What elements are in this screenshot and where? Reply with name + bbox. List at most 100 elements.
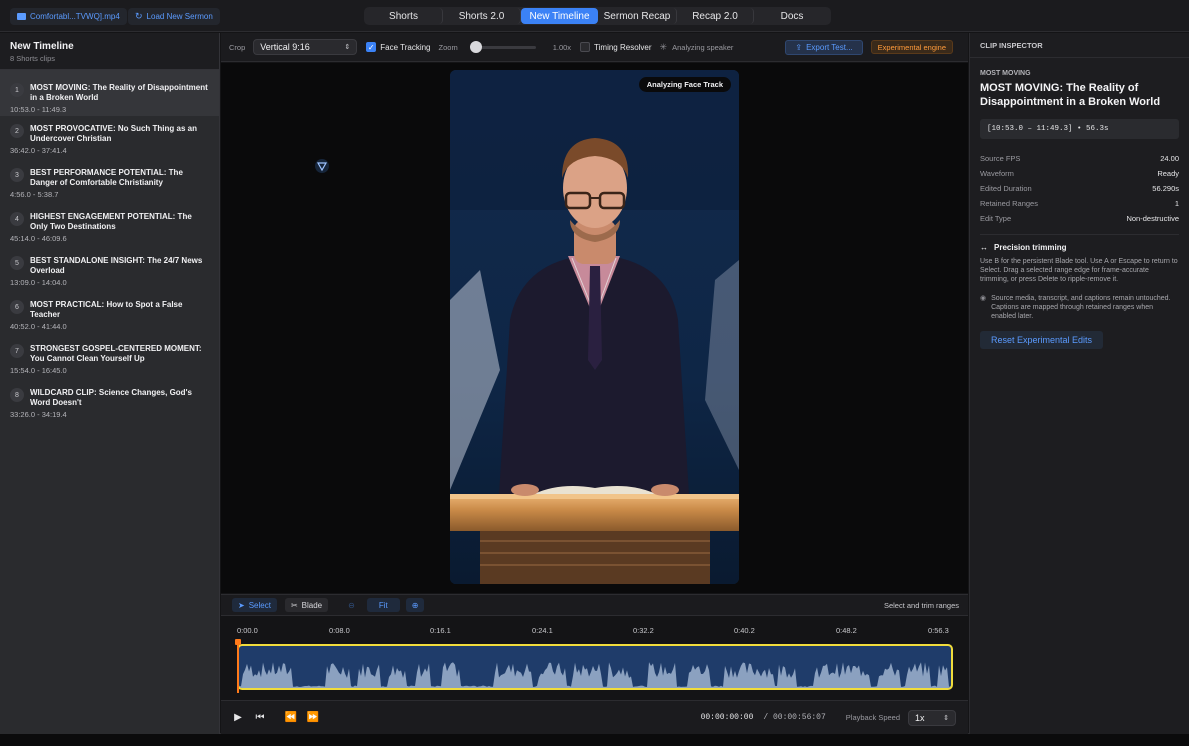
- timing-resolver-label: Timing Resolver: [594, 42, 652, 52]
- inspector-kicker: MOST MOVING: [980, 70, 1031, 77]
- tab-recap-2[interactable]: Recap 2.0: [677, 8, 754, 24]
- sidebar-header: New Timeline 8 Shorts clips: [0, 33, 219, 70]
- blade-tool-button[interactable]: ✂ Blade: [284, 598, 329, 612]
- crop-select[interactable]: Vertical 9:16 ⇕: [253, 39, 358, 55]
- clip-list-item[interactable]: 7 STRONGEST GOSPEL-CENTERED MOMENT: You C…: [0, 336, 219, 380]
- clip-title: BEST PERFORMANCE POTENTIAL: The Danger o…: [30, 168, 183, 187]
- tab-new-timeline[interactable]: New Timeline: [521, 8, 598, 24]
- skip-to-start-icon[interactable]: ⏮: [253, 712, 267, 723]
- property-value: 56.290s: [1152, 184, 1179, 193]
- timing-resolver-checkbox[interactable]: [580, 42, 591, 52]
- sidebar-subtitle: 8 Shorts clips: [10, 54, 56, 63]
- crop-label: Crop: [229, 42, 246, 52]
- clip-number: 4: [10, 212, 24, 226]
- ruler-tick-label: 0:08.0: [329, 626, 350, 635]
- property-key: Waveform: [980, 169, 1014, 178]
- clip-number: 8: [10, 388, 24, 402]
- property-row: Retained Ranges 1: [980, 196, 1179, 211]
- clip-title: HIGHEST ENGAGEMENT POTENTIAL: The Only T…: [30, 212, 192, 231]
- step-forward-icon[interactable]: ⏩: [306, 712, 320, 723]
- waveform-shape: [239, 662, 951, 688]
- resize-arrows-icon: ↔: [980, 243, 988, 252]
- zoom-out-button[interactable]: ⊖: [342, 598, 361, 612]
- step-back-icon[interactable]: ⏪: [284, 712, 298, 723]
- inspector-title: MOST MOVING: The Reality of Disappointme…: [980, 82, 1161, 108]
- clip-time-range: 33:26.0 - 34:19.4: [10, 410, 67, 419]
- playhead[interactable]: [237, 639, 239, 693]
- clip-title: MOST MOVING: The Reality of Disappointme…: [30, 83, 208, 102]
- tab-shorts[interactable]: Shorts: [365, 8, 443, 24]
- timeline-track[interactable]: 0:00.0 0:08.0 0:16.1 0:24.1 0:32.2 0:40.2 0:48…: [221, 617, 968, 697]
- playback-speed-label: Playback Speed: [845, 713, 900, 722]
- load-sermon-button[interactable]: ↻ Load New Sermon: [128, 8, 220, 25]
- tab-docs[interactable]: Docs: [754, 8, 830, 24]
- select-tool-label: Select: [248, 600, 271, 610]
- tab-shorts-2[interactable]: Shorts 2.0: [443, 8, 521, 24]
- fit-button[interactable]: Fit: [366, 598, 400, 612]
- zoom-slider[interactable]: [469, 40, 536, 53]
- info-icon: ◉: [980, 295, 987, 302]
- clip-list-item[interactable]: 3 BEST PERFORMANCE POTENTIAL: The Danger …: [0, 160, 219, 204]
- folder-icon: [17, 13, 26, 20]
- property-row: Waveform Ready: [980, 166, 1179, 181]
- playhead-handle[interactable]: [235, 639, 241, 645]
- clip-title: STRONGEST GOSPEL-CENTERED MOMENT: You Ca…: [30, 344, 202, 363]
- zoom-slider-knob[interactable]: [469, 40, 482, 53]
- clip-time-range: 45:14.0 - 46:09.6: [10, 234, 67, 243]
- speaker-video-frame: [450, 70, 739, 584]
- clip-title: BEST STANDALONE INSIGHT: The 24/7 News O…: [30, 256, 203, 275]
- clip-list: 1 MOST MOVING: The Reality of Disappointm…: [0, 70, 219, 424]
- precision-trimming-title: Precision trimming: [994, 243, 1067, 252]
- reset-experimental-edits-button[interactable]: Reset Experimental Edits: [980, 331, 1103, 349]
- clip-list-item[interactable]: 1 MOST MOVING: The Reality of Disappointm…: [0, 70, 219, 116]
- property-row: Source FPS 24.00: [980, 151, 1179, 166]
- playback-speed-select[interactable]: 1x ⇕: [908, 709, 956, 726]
- ruler-tick-label: 0:48.2: [836, 626, 857, 635]
- tab-sermon-recap[interactable]: Sermon Recap: [598, 8, 677, 24]
- clip-waveform[interactable]: [237, 644, 953, 690]
- property-key: Source FPS: [980, 154, 1021, 163]
- ruler-tick-label: 0:56.3: [928, 626, 949, 635]
- clip-properties: Source FPS 24.00 Waveform Ready Edited Durat…: [970, 151, 1189, 226]
- sidebar-title: New Timeline: [10, 41, 74, 52]
- current-timecode: 00:00:00:00: [700, 713, 754, 722]
- ruler-tick-label: 0:16.1: [430, 626, 451, 635]
- clip-number: 7: [10, 344, 24, 358]
- clip-time-range: 36:42.0 - 37:41.4: [10, 146, 67, 155]
- clip-list-item[interactable]: 8 WILDCARD CLIP: Science Changes, God's W…: [0, 380, 219, 424]
- property-value: 24.00: [1160, 154, 1179, 163]
- source-note: ◉ Source media, transcript, and captions…: [980, 294, 1179, 321]
- export-label: Export Test...: [806, 42, 853, 52]
- clip-list-item[interactable]: 4 HIGHEST ENGAGEMENT POTENTIAL: The Only …: [0, 204, 219, 248]
- property-row: Edit Type Non-destructive: [980, 211, 1179, 226]
- video-preview[interactable]: Analyzing Face Track: [450, 70, 739, 584]
- top-bar: Comfortabl...TVWQ].mp4 ↻ Load New Sermon…: [0, 0, 1189, 32]
- source-note-text: Source media, transcript, and captions r…: [991, 295, 1171, 320]
- select-tool-button[interactable]: ➤ Select: [232, 598, 277, 612]
- clip-list-item[interactable]: 5 BEST STANDALONE INSIGHT: The 24/7 News …: [0, 248, 219, 292]
- precision-trimming-body: Use B for the persistent Blade tool. Use…: [980, 258, 1178, 283]
- transport-bar: ▶ ⏮ ⏪ ⏩ 00:00:00:00 / 00:00:56:07 Playba…: [221, 700, 968, 734]
- clip-title: WILDCARD CLIP: Science Changes, God's Wo…: [30, 388, 192, 407]
- property-key: Edited Duration: [980, 184, 1032, 193]
- timeline-tools: ➤ Select ✂ Blade ⊖ Fit ⊕ Select and trim…: [221, 594, 968, 616]
- clip-number: 1: [10, 83, 24, 97]
- clip-list-item[interactable]: 6 MOST PRACTICAL: How to Spot a False Tea…: [0, 292, 219, 336]
- spinner-icon: ✳: [659, 41, 668, 52]
- precision-trimming-heading: ↔ Precision trimming: [980, 243, 1179, 252]
- face-tracking-checkbox[interactable]: ✓: [366, 42, 377, 52]
- clip-title: MOST PRACTICAL: How to Spot a False Teac…: [30, 300, 183, 319]
- ruler-tick-label: 0:24.1: [532, 626, 553, 635]
- ruler-tick-label: 0:32.2: [633, 626, 654, 635]
- file-chip[interactable]: Comfortabl...TVWQ].mp4: [10, 8, 127, 25]
- inspector-header: CLIP INSPECTOR: [970, 33, 1189, 58]
- clip-number: 6: [10, 300, 24, 314]
- timeline-hint: Select and trim ranges: [883, 600, 959, 610]
- clip-list-item[interactable]: 2 MOST PROVOCATIVE: No Such Thing as an U…: [0, 116, 219, 160]
- export-test-button[interactable]: ⇪ Export Test...: [785, 39, 863, 55]
- clip-time-range: 13:09.0 - 14:04.0: [10, 278, 67, 287]
- play-icon[interactable]: ▶: [231, 712, 245, 723]
- zoom-in-button[interactable]: ⊕: [405, 598, 425, 612]
- clip-title: MOST PROVOCATIVE: No Such Thing as an Un…: [30, 124, 197, 143]
- ruler-tick-label: 0:00.0: [237, 626, 258, 635]
